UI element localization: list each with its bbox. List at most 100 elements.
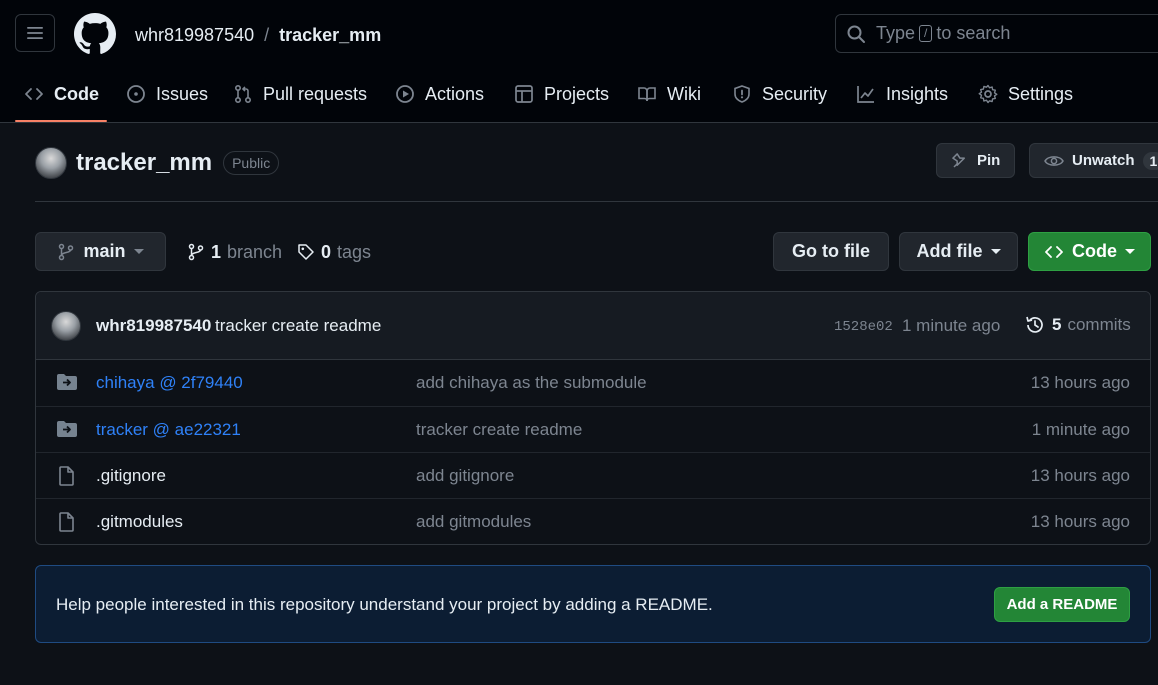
code-icon xyxy=(24,84,44,104)
readme-banner-text: Help people interested in this repositor… xyxy=(56,595,713,614)
tags-link[interactable]: 0 tags xyxy=(297,241,371,263)
tab-pull-requests[interactable]: Pull requests xyxy=(233,80,367,108)
branch-select-button[interactable]: main xyxy=(35,232,166,271)
commits-link[interactable]: 5 commits xyxy=(1024,314,1131,336)
code-label: Code xyxy=(1072,241,1117,261)
breadcrumb-separator: / xyxy=(264,25,270,45)
book-icon xyxy=(637,84,657,104)
add-file-button[interactable]: Add file xyxy=(899,232,1018,271)
file-commit-message[interactable]: add gitmodules xyxy=(416,512,531,532)
commit-sha[interactable]: 1528e02 xyxy=(834,319,893,335)
file-name[interactable]: chihaya @ 2f79440 xyxy=(96,373,243,393)
commit-time: 1 minute ago xyxy=(902,316,1001,335)
history-icon xyxy=(1024,314,1046,336)
readme-banner: Help people interested in this repositor… xyxy=(35,565,1151,643)
commit-message[interactable]: tracker create readme xyxy=(215,316,381,336)
issue-icon xyxy=(126,84,146,104)
tab-label: Issues xyxy=(156,83,209,104)
tag-icon xyxy=(297,243,315,261)
file-name[interactable]: .gitmodules xyxy=(96,512,183,532)
breadcrumb-owner-link[interactable]: whr819987540 xyxy=(135,24,254,46)
add-readme-button[interactable]: Add a README xyxy=(994,587,1130,622)
search-shortcut-key: / xyxy=(919,25,933,42)
add-file-label: Add file xyxy=(916,241,983,261)
file-commit-message[interactable]: add chihaya as the submodule xyxy=(416,373,647,393)
search-input[interactable]: Type / to search xyxy=(835,14,1158,53)
commit-count: 5 xyxy=(1052,315,1062,334)
branch-icon xyxy=(57,243,75,261)
chevron-down-icon xyxy=(133,249,144,254)
tab-label: Security xyxy=(762,83,828,104)
pin-label: Pin xyxy=(977,152,1001,169)
global-header: whr819987540 / tracker_mm Type / to search xyxy=(0,0,1158,68)
tab-label: Insights xyxy=(886,83,949,104)
branch-word: branch xyxy=(227,241,283,262)
repo-title-row: tracker_mm Public xyxy=(35,146,280,180)
tab-code[interactable]: Code xyxy=(24,80,99,108)
commit-word: commits xyxy=(1067,315,1131,334)
file-commit-message[interactable]: add gitignore xyxy=(416,466,514,486)
tab-label: Projects xyxy=(544,83,610,104)
table-row[interactable]: tracker @ ae22321 tracker create readme … xyxy=(36,406,1150,452)
owner-avatar[interactable] xyxy=(35,147,67,179)
file-time: 1 minute ago xyxy=(1031,420,1130,439)
branches-link[interactable]: 1 branch xyxy=(187,241,282,263)
tag-word: tags xyxy=(337,241,372,262)
code-icon xyxy=(1044,242,1064,262)
add-readme-label: Add a README xyxy=(1006,596,1118,613)
branch-icon xyxy=(187,243,205,261)
pin-button[interactable]: Pin xyxy=(936,143,1016,178)
table-row[interactable]: chihaya @ 2f79440 add chihaya as the sub… xyxy=(36,360,1150,406)
branch-count: 1 xyxy=(211,241,222,262)
chevron-down-icon xyxy=(990,249,1001,254)
file-time: 13 hours ago xyxy=(1030,512,1130,531)
shield-icon xyxy=(732,84,752,104)
file-time: 13 hours ago xyxy=(1030,466,1130,485)
table-row[interactable]: .gitignore add gitignore 13 hours ago xyxy=(36,452,1150,498)
repo-title[interactable]: tracker_mm xyxy=(76,149,212,177)
tab-label: Settings xyxy=(1008,83,1074,104)
submodule-folder-icon xyxy=(56,373,78,391)
eye-icon xyxy=(1044,153,1064,169)
tab-wiki[interactable]: Wiki xyxy=(637,80,701,108)
code-dropdown-button[interactable]: Code xyxy=(1028,232,1151,271)
tab-projects[interactable]: Projects xyxy=(514,80,609,108)
file-name[interactable]: .gitignore xyxy=(96,466,166,486)
table-icon xyxy=(514,84,534,104)
file-browser: whr819987540 tracker create readme 1528e… xyxy=(35,291,1151,545)
tab-security[interactable]: Security xyxy=(732,80,827,108)
visibility-badge: Public xyxy=(223,151,280,175)
hamburger-menu-button[interactable] xyxy=(15,14,55,52)
tag-count: 0 xyxy=(321,241,332,262)
search-placeholder: Type / to search xyxy=(876,23,1011,43)
tab-label: Pull requests xyxy=(263,83,368,104)
unwatch-button[interactable]: Unwatch 1 xyxy=(1029,143,1158,178)
divider xyxy=(35,201,1158,202)
go-to-file-button[interactable]: Go to file xyxy=(773,232,889,271)
selected-tab-indicator xyxy=(15,120,107,122)
file-commit-message[interactable]: tracker create readme xyxy=(416,420,582,440)
tab-label: Actions xyxy=(425,83,485,104)
chevron-down-icon xyxy=(1125,249,1135,254)
avatar[interactable] xyxy=(51,311,81,341)
submodule-folder-icon xyxy=(56,420,78,438)
tab-label: Code xyxy=(54,83,99,104)
breadcrumb: whr819987540 / tracker_mm xyxy=(135,24,381,46)
tab-insights[interactable]: Insights xyxy=(856,80,948,108)
table-row[interactable]: .gitmodules add gitmodules 13 hours ago xyxy=(36,498,1150,544)
branch-name: main xyxy=(83,241,126,261)
tab-settings[interactable]: Settings xyxy=(978,80,1073,108)
pull-request-icon xyxy=(233,84,253,104)
tab-actions[interactable]: Actions xyxy=(395,80,484,108)
go-to-file-label: Go to file xyxy=(792,241,870,261)
gear-icon xyxy=(978,84,998,104)
breadcrumb-repo-link[interactable]: tracker_mm xyxy=(279,24,381,46)
watch-count: 1 xyxy=(1142,151,1158,170)
tab-label: Wiki xyxy=(667,83,701,104)
file-icon xyxy=(56,512,78,532)
github-logo-icon[interactable] xyxy=(74,13,116,55)
commit-author[interactable]: whr819987540 xyxy=(96,316,211,336)
graph-icon xyxy=(856,84,876,104)
tab-issues[interactable]: Issues xyxy=(126,80,208,108)
file-name[interactable]: tracker @ ae22321 xyxy=(96,420,241,440)
